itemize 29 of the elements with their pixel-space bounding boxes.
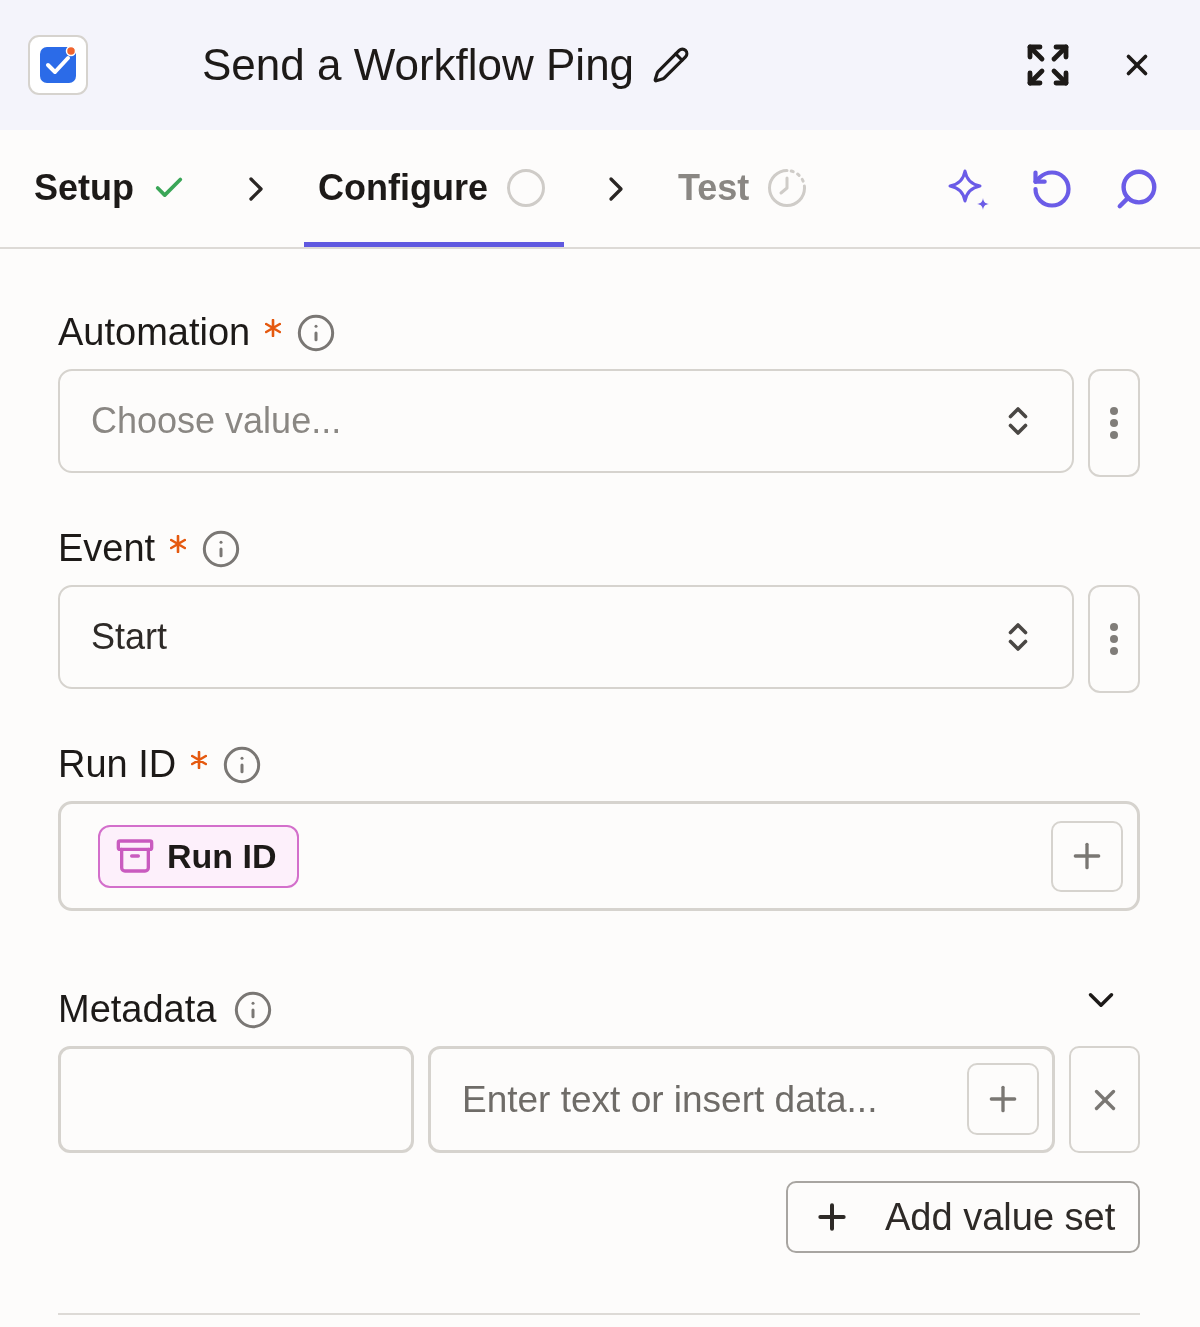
more-button[interactable] [1088,369,1140,477]
insert-data-button[interactable] [1051,820,1123,892]
token-field[interactable]: Run ID [58,801,1140,911]
data-token[interactable]: Run ID [98,824,299,888]
field-label: Event [58,527,156,571]
info-icon[interactable] [201,529,242,569]
value-field[interactable]: Enter text or insert data... [428,1046,1055,1153]
add-value-set-button[interactable]: Add value set [786,1181,1140,1253]
info-icon[interactable] [222,745,263,785]
remove-button[interactable] [1069,1046,1140,1153]
archive-icon [115,836,155,876]
window-title: Send a Workflow Ping [202,38,635,91]
field-label: Run ID [58,743,177,787]
vertical-dots-icon [1109,406,1119,440]
checkbox-logo-icon [28,35,88,95]
pencil-icon [652,46,691,84]
insert-data-button[interactable] [967,1063,1039,1135]
more-button[interactable] [1088,585,1140,693]
info-icon[interactable] [296,313,337,353]
section-label: Metadata [58,988,217,1032]
edit-title-button[interactable] [652,46,691,84]
info-icon[interactable] [233,990,274,1030]
field-label: Automation [58,311,251,355]
select-field[interactable]: Start [58,585,1074,689]
token-label: Run ID [167,836,277,876]
step-tab[interactable]: Configure [304,130,564,247]
key-field[interactable] [58,1046,414,1153]
vertical-dots-icon [1109,622,1119,656]
step-tab[interactable]: Setup [20,130,204,247]
